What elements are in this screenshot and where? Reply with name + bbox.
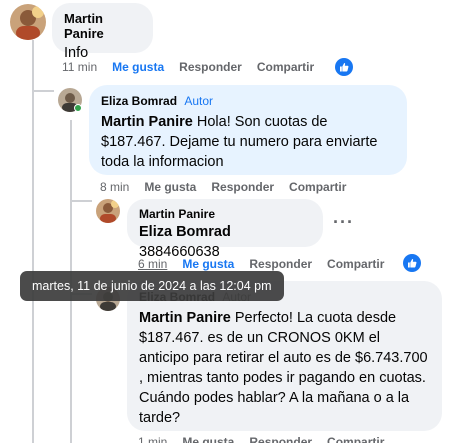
- comment-actions: 6 min Me gusta Responder Compartir: [138, 257, 399, 271]
- avatar[interactable]: [10, 4, 46, 40]
- comment-bubble: Martin Panire Info: [52, 3, 153, 61]
- comment-actions: 11 min Me gusta Responder Compartir: [62, 60, 329, 74]
- share-button[interactable]: Compartir: [257, 60, 314, 74]
- like-button[interactable]: Me gusta: [182, 257, 234, 271]
- thread-line: [32, 40, 34, 443]
- thread-line-branch: [70, 200, 92, 202]
- comment-actions: 1 min Me gusta Responder Compartir: [138, 435, 399, 443]
- like-thumb-icon[interactable]: [335, 58, 353, 76]
- more-options-icon[interactable]: ···: [333, 212, 354, 233]
- comment-bubble: Eliza Bomrad Autor Martin Panire Perfect…: [127, 281, 442, 431]
- comment-bubble: Eliza Bomrad Autor Martin Panire Hola! S…: [89, 85, 407, 175]
- thread-line-branch: [32, 90, 54, 92]
- author-badge: Autor: [184, 94, 214, 108]
- mention-link[interactable]: Martin Panire: [139, 310, 231, 326]
- mention-link[interactable]: Martin Panire: [101, 114, 193, 130]
- comment-header: Eliza Bomrad Autor: [101, 93, 395, 109]
- comment-author[interactable]: Martin Panire: [64, 11, 141, 41]
- comment-time[interactable]: 1 min: [138, 435, 167, 443]
- comment-bubble: Martin Panire Eliza Bomrad 3884660638: [127, 199, 323, 260]
- comment-body: Perfecto! La cuota desde $187.467. es de…: [139, 310, 428, 426]
- comment-text: Eliza Bomrad 3884660638: [139, 222, 311, 262]
- comment-time[interactable]: 11 min: [62, 60, 97, 74]
- reply-button[interactable]: Responder: [211, 180, 274, 194]
- reply-button[interactable]: Responder: [249, 435, 312, 443]
- reply-button[interactable]: Responder: [179, 60, 242, 74]
- comment-author[interactable]: Eliza Bomrad: [101, 94, 177, 108]
- comment-actions: 8 min Me gusta Responder Compartir: [100, 180, 361, 194]
- avatar[interactable]: [96, 199, 120, 223]
- share-button[interactable]: Compartir: [289, 180, 346, 194]
- like-button[interactable]: Me gusta: [112, 60, 164, 74]
- comment-time[interactable]: 8 min: [100, 180, 129, 194]
- timestamp-tooltip: martes, 11 de junio de 2024 a las 12:04 …: [20, 271, 284, 301]
- reply-button[interactable]: Responder: [249, 257, 312, 271]
- like-thumb-icon[interactable]: [403, 254, 421, 272]
- comment-text: Martin Panire Hola! Son cuotas de $187.4…: [101, 112, 395, 172]
- mention-link[interactable]: Eliza Bomrad: [139, 224, 231, 240]
- comment-time[interactable]: 6 min: [138, 257, 167, 271]
- like-button[interactable]: Me gusta: [144, 180, 196, 194]
- like-button[interactable]: Me gusta: [182, 435, 234, 443]
- comment-text: Martin Panire Perfecto! La cuota desde $…: [139, 308, 430, 428]
- comment-author[interactable]: Martin Panire: [139, 207, 311, 221]
- online-status-dot: [74, 104, 82, 112]
- share-button[interactable]: Compartir: [327, 435, 384, 443]
- share-button[interactable]: Compartir: [327, 257, 384, 271]
